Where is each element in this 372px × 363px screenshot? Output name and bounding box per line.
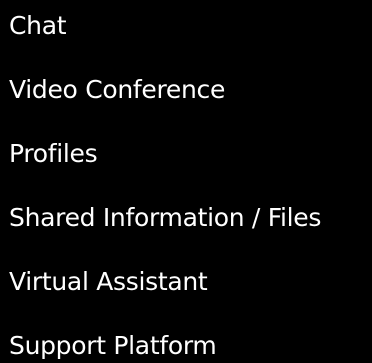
menu-item-virtual-assistant[interactable]: Virtual Assistant xyxy=(9,262,208,302)
menu-item-support-platform[interactable]: Support Platform xyxy=(9,326,217,363)
menu-item-chat[interactable]: Chat xyxy=(9,6,67,46)
menu-item-profiles[interactable]: Profiles xyxy=(9,134,98,174)
menu-item-shared-information-files[interactable]: Shared Information / Files xyxy=(9,198,321,238)
menu-item-video-conference[interactable]: Video Conference xyxy=(9,70,225,110)
navigation-menu: Chat Video Conference Profiles Shared In… xyxy=(0,0,372,363)
